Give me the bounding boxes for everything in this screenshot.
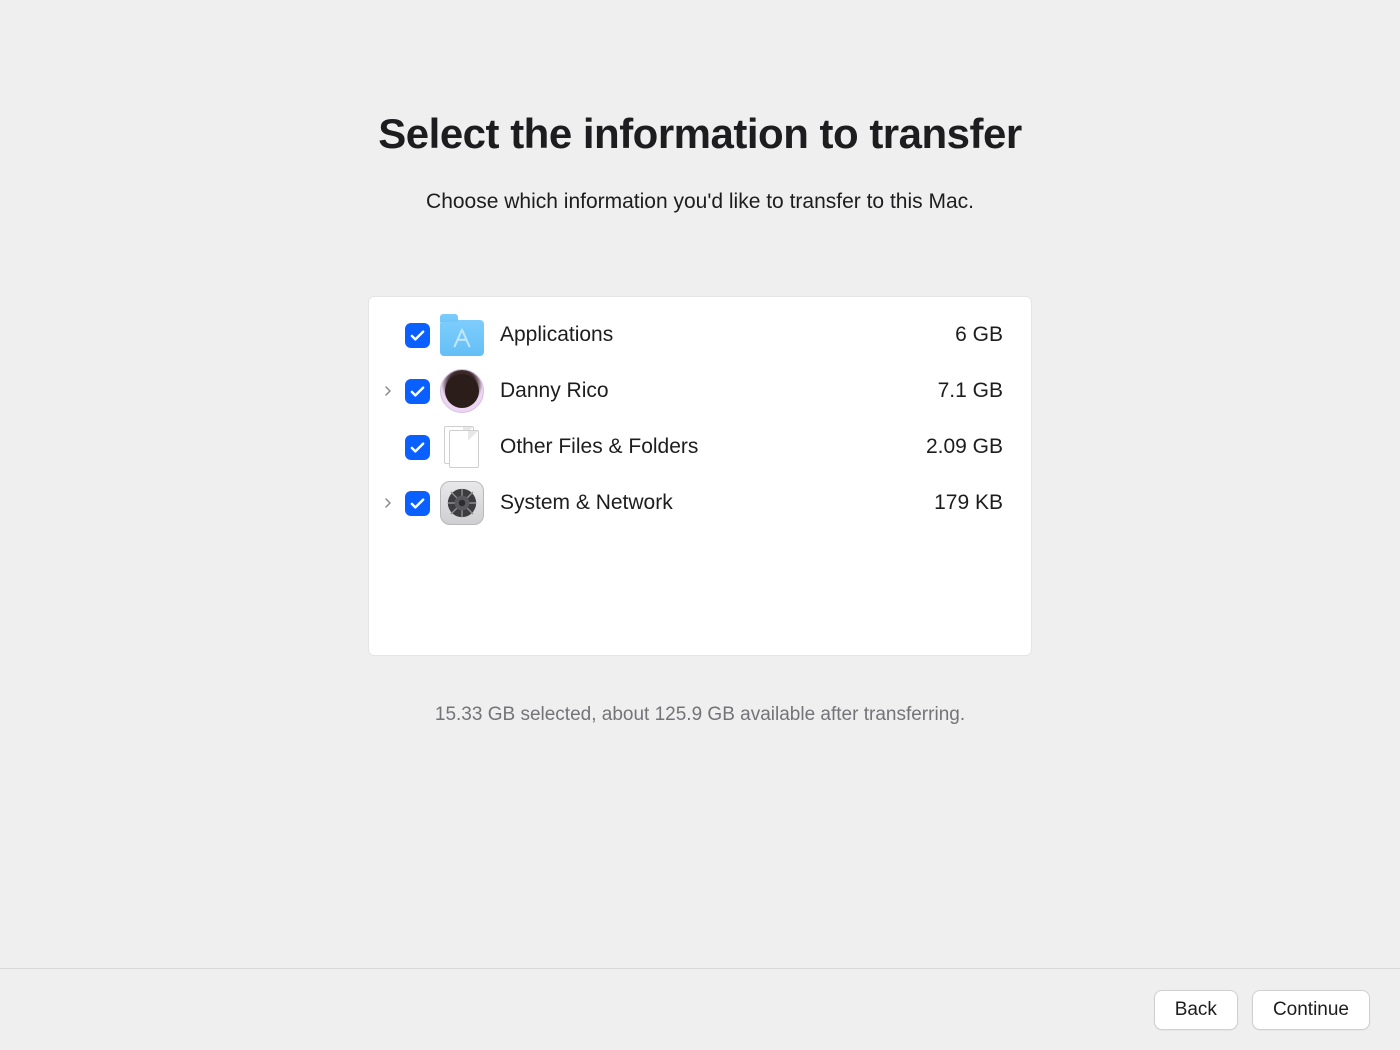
item-label: Other Files & Folders bbox=[500, 435, 887, 459]
item-label: Applications bbox=[500, 323, 887, 347]
list-item[interactable]: Danny Rico 7.1 GB bbox=[379, 363, 1003, 419]
chevron-right-icon bbox=[382, 385, 394, 397]
item-size: 7.1 GB bbox=[893, 379, 1003, 403]
page-subtitle: Choose which information you'd like to t… bbox=[426, 190, 974, 214]
item-label: Danny Rico bbox=[500, 379, 887, 403]
item-size: 179 KB bbox=[893, 491, 1003, 515]
checkmark-icon bbox=[409, 383, 426, 400]
user-avatar-icon bbox=[440, 369, 484, 413]
migration-assistant-window: Select the information to transfer Choos… bbox=[0, 0, 1400, 1050]
disclosure-toggle[interactable] bbox=[379, 497, 397, 509]
checkbox-system-network[interactable] bbox=[405, 491, 430, 516]
page-title: Select the information to transfer bbox=[378, 110, 1021, 158]
chevron-right-icon bbox=[382, 497, 394, 509]
checkbox-user[interactable] bbox=[405, 379, 430, 404]
item-size: 2.09 GB bbox=[893, 435, 1003, 459]
item-label: System & Network bbox=[500, 491, 887, 515]
transfer-items-panel: Applications 6 GB Danny Rico 7.1 GB bbox=[368, 296, 1032, 656]
checkmark-icon bbox=[409, 327, 426, 344]
checkbox-other-files[interactable] bbox=[405, 435, 430, 460]
continue-button[interactable]: Continue bbox=[1252, 990, 1370, 1030]
item-size: 6 GB bbox=[893, 323, 1003, 347]
list-item[interactable]: Applications 6 GB bbox=[379, 307, 1003, 363]
content-area: Select the information to transfer Choos… bbox=[0, 0, 1400, 968]
applications-folder-icon bbox=[440, 313, 484, 357]
disclosure-toggle[interactable] bbox=[379, 385, 397, 397]
checkmark-icon bbox=[409, 495, 426, 512]
back-button[interactable]: Back bbox=[1154, 990, 1238, 1030]
footer-bar: Back Continue bbox=[0, 968, 1400, 1050]
checkmark-icon bbox=[409, 439, 426, 456]
system-settings-icon bbox=[440, 481, 484, 525]
documents-icon bbox=[440, 425, 484, 469]
status-text: 15.33 GB selected, about 125.9 GB availa… bbox=[435, 704, 965, 726]
checkbox-applications[interactable] bbox=[405, 323, 430, 348]
list-item[interactable]: Other Files & Folders 2.09 GB bbox=[379, 419, 1003, 475]
list-item[interactable]: System & Network 179 KB bbox=[379, 475, 1003, 531]
